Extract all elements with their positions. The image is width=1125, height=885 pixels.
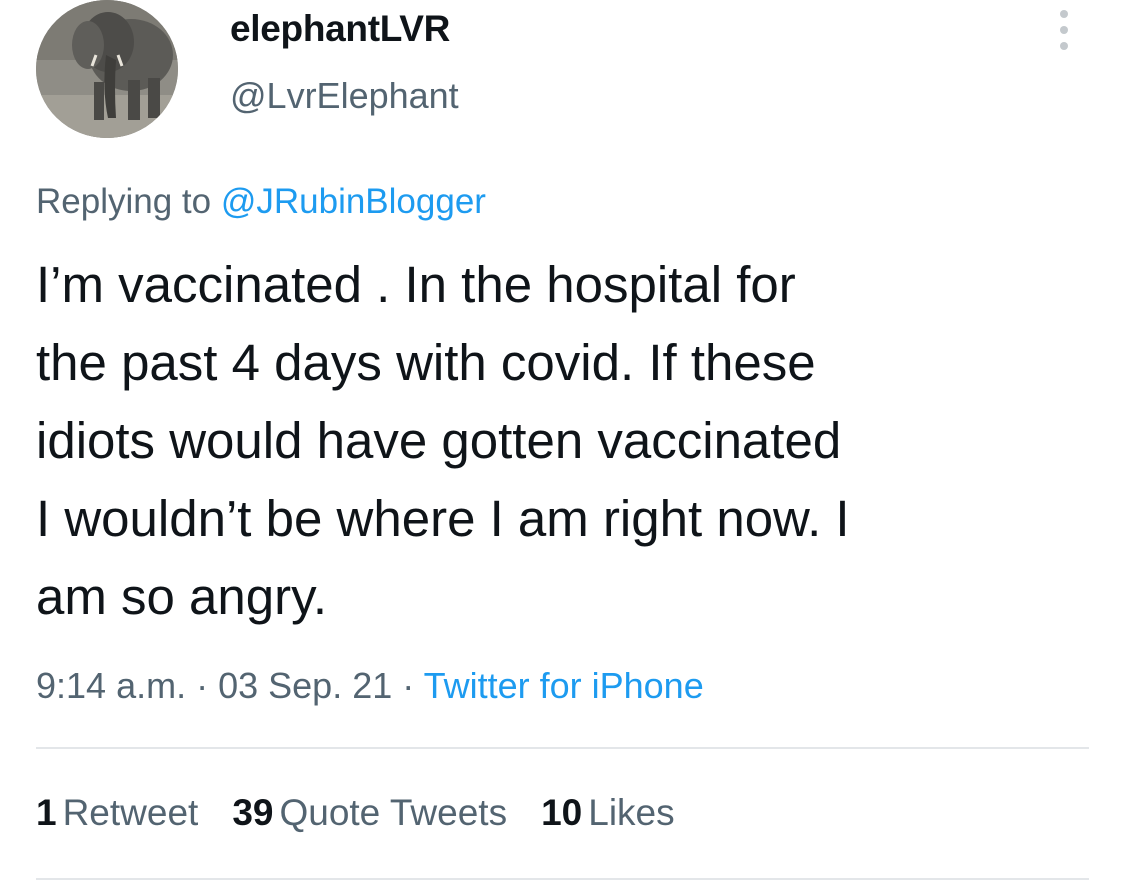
quote-tweets-stat[interactable]: 39 Quote Tweets — [232, 792, 507, 834]
likes-label: Likes — [588, 792, 675, 833]
quote-tweets-label: Quote Tweets — [279, 792, 508, 833]
likes-stat[interactable]: 10 Likes — [541, 792, 675, 834]
reply-mention-link[interactable]: @JRubinBlogger — [221, 182, 486, 221]
divider — [36, 878, 1089, 880]
meta-separator: · — [392, 665, 424, 706]
tweet-line: am so angry. — [36, 568, 328, 625]
tweet-stats: 1 Retweet 39 Quote Tweets 10 Likes — [36, 792, 709, 834]
tweet-line: the past 4 days with covid. If these — [36, 334, 816, 391]
tweet-line: I’m vaccinated . In the hospital for — [36, 256, 796, 313]
more-dot-icon — [1060, 10, 1068, 18]
divider — [36, 747, 1089, 749]
retweets-label: Retweet — [62, 792, 199, 833]
tweet-time[interactable]: 9:14 a.m. — [36, 665, 186, 706]
tweet-source-link[interactable]: Twitter for iPhone — [424, 665, 704, 706]
tweet-meta: 9:14 a.m. · 03 Sep. 21 · Twitter for iPh… — [36, 665, 704, 707]
likes-count: 10 — [541, 792, 583, 833]
retweets-stat[interactable]: 1 Retweet — [36, 792, 198, 834]
elephant-avatar-icon — [36, 0, 178, 138]
retweets-count: 1 — [36, 792, 57, 833]
user-handle[interactable]: @LvrElephant — [230, 75, 459, 117]
more-dot-icon — [1060, 42, 1068, 50]
meta-separator: · — [186, 665, 219, 706]
avatar[interactable] — [36, 0, 178, 138]
tweet-text: I’m vaccinated . In the hospital for the… — [36, 246, 1096, 636]
replying-prefix: Replying to — [36, 182, 221, 221]
display-name[interactable]: elephantLVR — [230, 8, 450, 50]
more-options-button[interactable] — [1052, 8, 1076, 52]
tweet-line: I wouldn’t be where I am right now. I — [36, 490, 850, 547]
more-dot-icon — [1060, 26, 1068, 34]
tweet-date[interactable]: 03 Sep. 21 — [218, 665, 392, 706]
tweet-line: idiots would have gotten vaccinated — [36, 412, 842, 469]
replying-to: Replying to @JRubinBlogger — [36, 182, 486, 222]
quote-tweets-count: 39 — [232, 792, 274, 833]
